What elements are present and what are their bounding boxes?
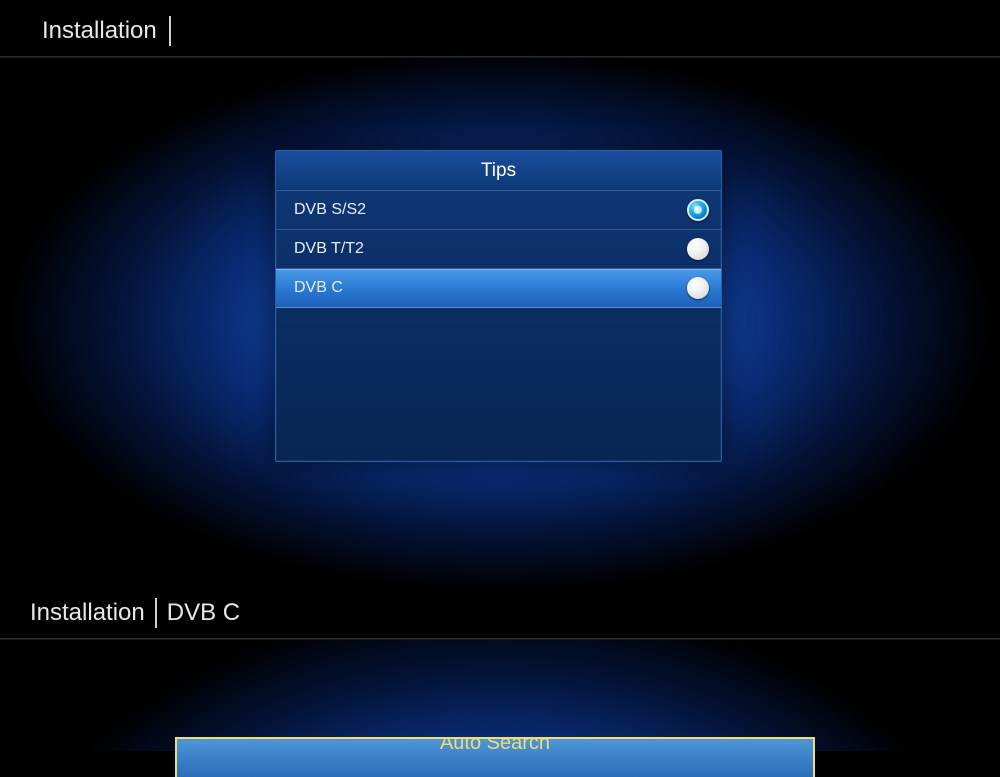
option-label: DVB S/S2 bbox=[294, 201, 366, 219]
radio-unselected-icon bbox=[687, 277, 709, 299]
radio-selected-icon bbox=[687, 199, 709, 221]
breadcrumb-root: Installation bbox=[30, 599, 145, 627]
title-divider bbox=[169, 16, 171, 46]
option-dvb-s[interactable]: DVB S/S2 bbox=[276, 191, 721, 230]
breadcrumb-divider bbox=[155, 598, 157, 628]
breadcrumb-current: DVB C bbox=[167, 599, 240, 627]
option-dvb-t[interactable]: DVB T/T2 bbox=[276, 230, 721, 269]
auto-search-button[interactable]: Auto Search bbox=[175, 737, 815, 777]
option-dvb-c[interactable]: DVB C bbox=[276, 269, 721, 308]
dialog-option-list: DVB S/S2 DVB T/T2 DVB C bbox=[276, 191, 721, 308]
tips-dialog: Tips DVB S/S2 DVB T/T2 DVB C bbox=[275, 150, 722, 462]
installation-screen: Installation Tips DVB S/S2 DVB T/T2 DVB … bbox=[0, 0, 1000, 585]
option-label: DVB T/T2 bbox=[294, 240, 364, 258]
dialog-title: Tips bbox=[276, 151, 721, 191]
button-label: Auto Search bbox=[440, 737, 550, 754]
breadcrumb: Installation DVB C bbox=[30, 598, 240, 628]
bottom-screen-bg bbox=[0, 640, 1000, 751]
radio-unselected-icon bbox=[687, 238, 709, 260]
page-title-row: Installation bbox=[42, 16, 171, 46]
header-underline bbox=[0, 56, 1000, 58]
option-label: DVB C bbox=[294, 279, 343, 297]
page-title: Installation bbox=[42, 17, 157, 45]
